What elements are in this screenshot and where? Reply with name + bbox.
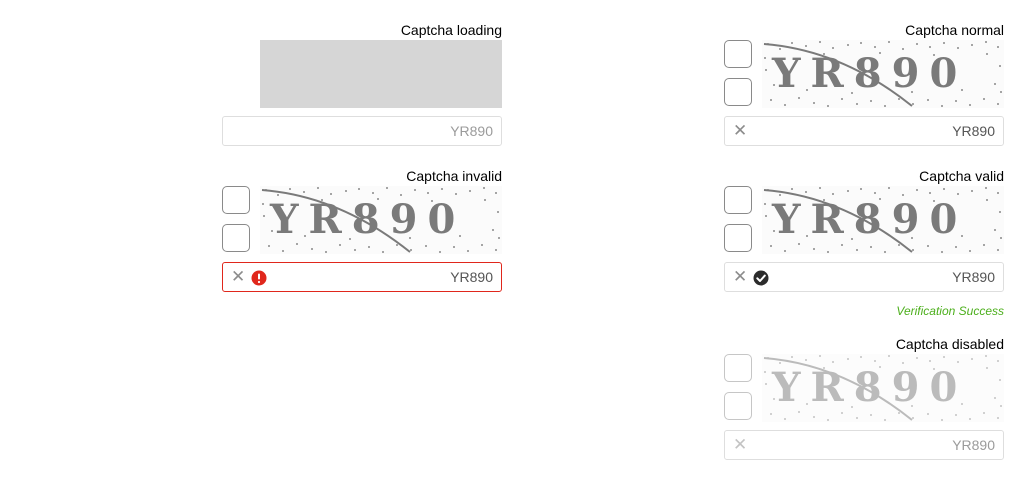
close-icon: ✕ [733, 435, 748, 454]
error-circle-icon [251, 270, 267, 286]
captcha-disabled-refresh-button [724, 354, 752, 382]
captcha-valid-refresh-button[interactable] [724, 186, 752, 214]
captcha-invalid-image [260, 186, 502, 254]
captcha-disabled-audio-button [724, 392, 752, 420]
captcha-valid-input[interactable]: ✕ YR890 [724, 262, 1004, 292]
captcha-valid-value: YR890 [952, 269, 995, 285]
captcha-loading-value: YR890 [450, 123, 493, 139]
captcha-invalid-title: Captcha invalid [406, 168, 502, 184]
captcha-disabled-input: ✕ YR890 [724, 430, 1004, 460]
captcha-invalid: Captcha invalid ✕ YR890 [222, 168, 502, 292]
captcha-valid-image [762, 186, 1004, 254]
captcha-normal-image [762, 40, 1004, 108]
captcha-loading-title: Captcha loading [400, 22, 502, 38]
captcha-normal-input[interactable]: ✕ YR890 [724, 116, 1004, 146]
captcha-invalid-refresh-button[interactable] [222, 186, 250, 214]
captcha-disabled-value: YR890 [952, 437, 995, 453]
check-circle-icon [753, 270, 769, 286]
captcha-normal: Captcha normal ✕ YR890 [724, 22, 1004, 146]
captcha-normal-audio-button[interactable] [724, 78, 752, 106]
captcha-invalid-audio-button[interactable] [222, 224, 250, 252]
captcha-normal-title: Captcha normal [905, 22, 1004, 38]
captcha-loading-placeholder [260, 40, 502, 108]
captcha-loading: Captcha loading YR890 [222, 22, 502, 146]
captcha-loading-input[interactable]: YR890 [222, 116, 502, 146]
captcha-normal-value: YR890 [952, 123, 995, 139]
captcha-valid: Captcha valid ✕ YR890 Verification Succe… [724, 168, 1004, 318]
captcha-disabled-title: Captcha disabled [895, 336, 1004, 352]
captcha-valid-title: Captcha valid [919, 168, 1004, 184]
captcha-normal-refresh-button[interactable] [724, 40, 752, 68]
captcha-disabled: Captcha disabled ✕ YR890 [724, 336, 1004, 460]
captcha-valid-audio-button[interactable] [724, 224, 752, 252]
captcha-invalid-value: YR890 [450, 269, 493, 285]
verification-success-message: Verification Success [896, 304, 1004, 318]
close-icon[interactable]: ✕ [733, 268, 747, 286]
captcha-disabled-image [762, 354, 1004, 422]
close-icon[interactable]: ✕ [733, 122, 747, 140]
captcha-invalid-input[interactable]: ✕ YR890 [222, 262, 502, 292]
close-icon[interactable]: ✕ [231, 268, 245, 286]
